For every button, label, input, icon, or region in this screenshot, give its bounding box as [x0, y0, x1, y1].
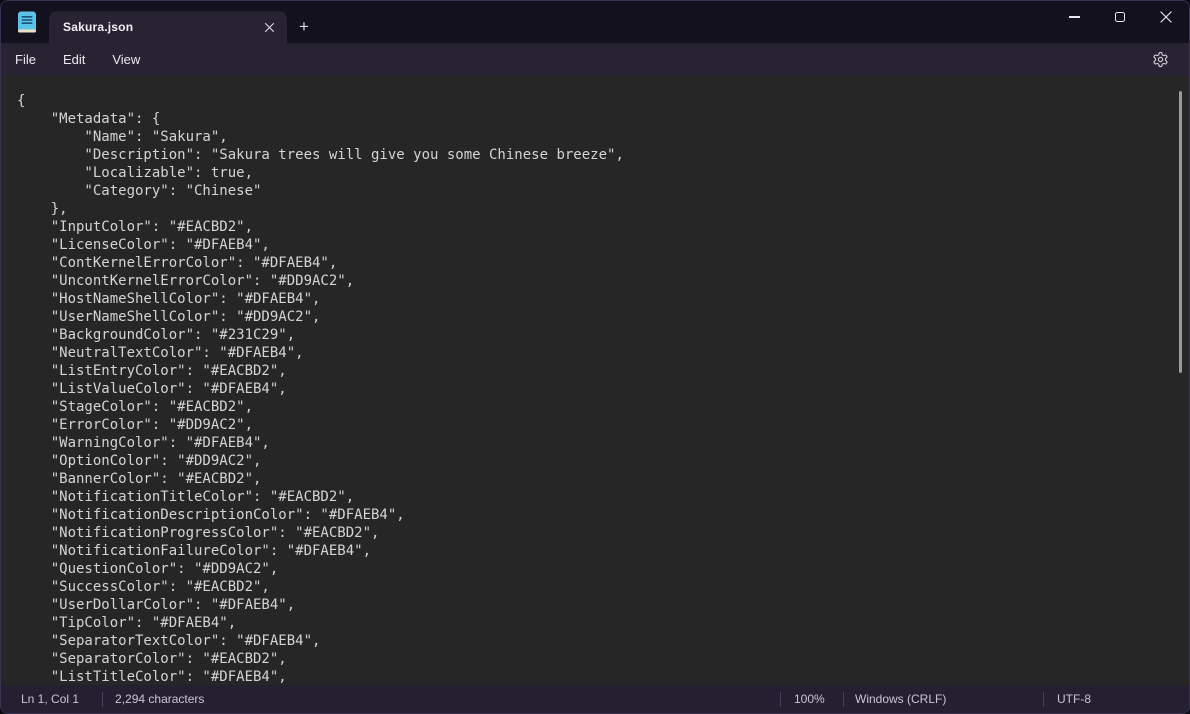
code-line: "UserDollarColor": "#DFAEB4", [17, 596, 1175, 614]
code-line: "InputColor": "#EACBD2", [17, 218, 1175, 236]
editor-content[interactable]: { "Metadata": { "Name": "Sakura", "Descr… [17, 92, 1175, 685]
vertical-scrollbar[interactable] [1179, 91, 1182, 373]
maximize-button[interactable] [1097, 1, 1143, 33]
zoom-level: 100% [781, 685, 843, 713]
code-line: "ListTitleColor": "#DFAEB4", [17, 668, 1175, 685]
statusbar-right: 100% Windows (CRLF) UTF-8 [780, 685, 1189, 713]
code-line: "SeparatorTextColor": "#DFAEB4", [17, 632, 1175, 650]
close-button[interactable] [1143, 1, 1189, 33]
close-icon [1160, 11, 1172, 23]
code-line: "Category": "Chinese" [17, 182, 1175, 200]
character-count: 2,294 characters [115, 692, 204, 706]
code-line: "ListEntryColor": "#EACBD2", [17, 362, 1175, 380]
code-line: "ErrorColor": "#DD9AC2", [17, 416, 1175, 434]
titlebar[interactable]: Sakura.json + [1, 1, 1189, 43]
menu-view[interactable]: View [112, 52, 140, 67]
tab-sakura-json[interactable]: Sakura.json [49, 11, 287, 43]
code-line: "Localizable": true, [17, 164, 1175, 182]
minimize-button[interactable] [1051, 1, 1097, 33]
settings-button[interactable] [1141, 43, 1179, 76]
notepad-icon [17, 10, 37, 34]
code-line: "UncontKernelErrorColor": "#DD9AC2", [17, 272, 1175, 290]
gear-icon [1152, 51, 1169, 68]
statusbar-left: Ln 1, Col 1 2,294 characters [1, 692, 204, 707]
code-line: "BannerColor": "#EACBD2", [17, 470, 1175, 488]
notepad-window: Sakura.json + File Edit View [0, 0, 1190, 714]
tab-close-icon[interactable] [257, 15, 281, 39]
maximize-icon [1115, 12, 1125, 22]
code-line: "ListValueColor": "#DFAEB4", [17, 380, 1175, 398]
plus-icon: + [299, 17, 309, 37]
app-icon-button [5, 1, 49, 43]
code-line: "NotificationProgressColor": "#EACBD2", [17, 524, 1175, 542]
statusbar-divider [102, 692, 103, 707]
text-editor[interactable]: { "Metadata": { "Name": "Sakura", "Descr… [1, 76, 1189, 685]
code-line: "LicenseColor": "#DFAEB4", [17, 236, 1175, 254]
cursor-position: Ln 1, Col 1 [21, 692, 79, 706]
line-ending: Windows (CRLF) [844, 685, 1043, 713]
code-line: "Name": "Sakura", [17, 128, 1175, 146]
code-line: }, [17, 200, 1175, 218]
code-line: "ContKernelErrorColor": "#DFAEB4", [17, 254, 1175, 272]
code-line: "NotificationFailureColor": "#DFAEB4", [17, 542, 1175, 560]
window-controls [1051, 1, 1189, 33]
new-tab-button[interactable]: + [287, 11, 321, 43]
code-line: "WarningColor": "#DFAEB4", [17, 434, 1175, 452]
code-line: "QuestionColor": "#DD9AC2", [17, 560, 1175, 578]
statusbar: Ln 1, Col 1 2,294 characters 100% Window… [1, 685, 1189, 713]
code-line: "SeparatorColor": "#EACBD2", [17, 650, 1175, 668]
code-line: "OptionColor": "#DD9AC2", [17, 452, 1175, 470]
code-line: "UserNameShellColor": "#DD9AC2", [17, 308, 1175, 326]
minimize-icon [1069, 16, 1080, 17]
code-line: { [17, 92, 1175, 110]
code-line: "TipColor": "#DFAEB4", [17, 614, 1175, 632]
encoding: UTF-8 [1044, 685, 1189, 713]
code-line: "SuccessColor": "#EACBD2", [17, 578, 1175, 596]
code-line: "Metadata": { [17, 110, 1175, 128]
code-line: "BackgroundColor": "#231C29", [17, 326, 1175, 344]
code-line: "NotificationDescriptionColor": "#DFAEB4… [17, 506, 1175, 524]
code-line: "NotificationTitleColor": "#EACBD2", [17, 488, 1175, 506]
code-line: "Description": "Sakura trees will give y… [17, 146, 1175, 164]
code-line: "NeutralTextColor": "#DFAEB4", [17, 344, 1175, 362]
code-line: "HostNameShellColor": "#DFAEB4", [17, 290, 1175, 308]
menubar: File Edit View [1, 43, 1189, 76]
code-line: "StageColor": "#EACBD2", [17, 398, 1175, 416]
tab-title: Sakura.json [63, 20, 257, 34]
menu-file[interactable]: File [15, 52, 36, 67]
menu-edit[interactable]: Edit [63, 52, 85, 67]
